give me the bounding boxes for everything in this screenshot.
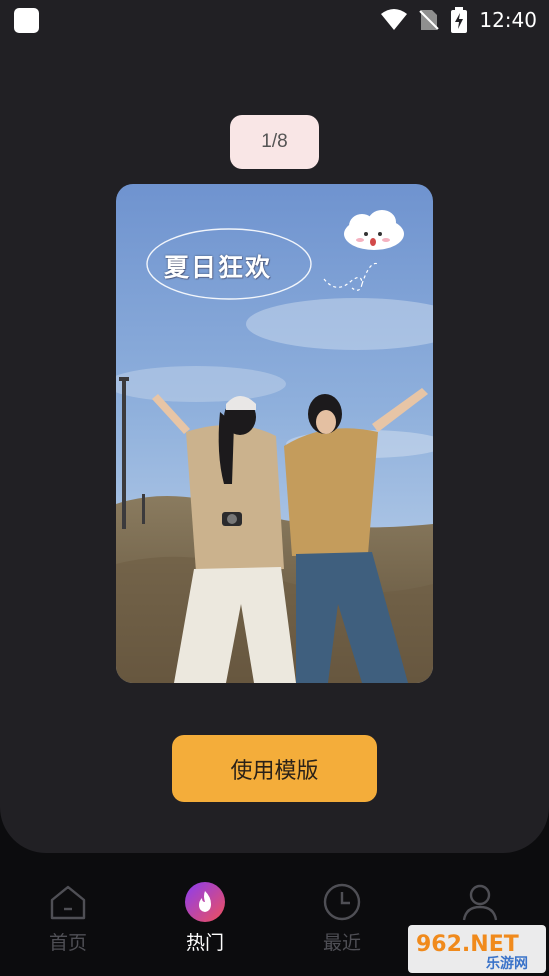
- flame-icon: [183, 880, 227, 924]
- battery-charging-icon: [451, 7, 468, 33]
- clock-icon: [320, 880, 364, 924]
- status-time: 12:40: [479, 8, 537, 32]
- nav-label-hot: 热门: [185, 932, 224, 954]
- no-sim-icon: [419, 8, 440, 32]
- nav-label-recent: 最近: [322, 932, 361, 954]
- page-indicator: 1/8: [230, 115, 319, 169]
- wifi-icon: [381, 9, 408, 31]
- app-screen: 1/8 夏日狂欢 使用模版 12:40 首页 热门 最近 962.NET 乐游网: [0, 0, 549, 976]
- watermark-logo: 962.NET 乐游网: [408, 925, 546, 973]
- app-notification-icon: [14, 8, 39, 33]
- watermark-sub-text: 乐游网: [486, 955, 528, 972]
- nav-item-recent[interactable]: 最近: [302, 880, 382, 960]
- status-bar: 12:40: [0, 0, 549, 40]
- person-icon: [458, 880, 502, 924]
- template-card[interactable]: 夏日狂欢: [116, 184, 433, 683]
- home-icon: [46, 880, 90, 924]
- use-template-button[interactable]: 使用模版: [172, 735, 377, 802]
- nav-item-hot[interactable]: 热门: [165, 880, 245, 960]
- template-title: 夏日狂欢: [163, 253, 272, 282]
- nav-label-home: 首页: [48, 932, 87, 954]
- watermark-main-text: 962.NET: [416, 932, 519, 957]
- template-preview-panel: 1/8 夏日狂欢 使用模版: [0, 0, 549, 853]
- nav-item-home[interactable]: 首页: [28, 880, 108, 960]
